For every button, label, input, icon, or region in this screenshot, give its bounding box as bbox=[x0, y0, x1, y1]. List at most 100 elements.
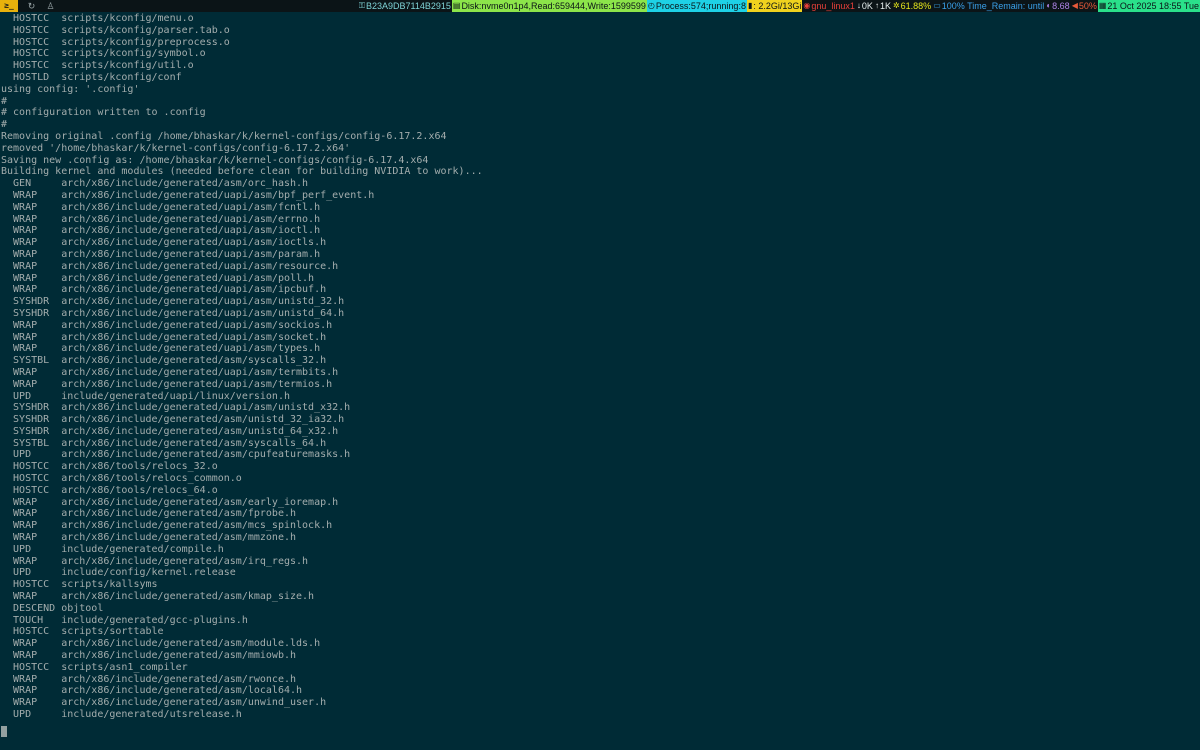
terminal-line: WRAP arch/x86/include/generated/asm/irq_… bbox=[1, 555, 309, 567]
gauge-icon: ◐ bbox=[1046, 1, 1052, 10]
status-cpu: ✲ 61.88% bbox=[891, 0, 933, 12]
status-cpu-text: 61.88% bbox=[900, 1, 932, 11]
volume-icon: ◀ bbox=[1071, 1, 1078, 10]
terminal-line: WRAP arch/x86/include/generated/uapi/asm… bbox=[1, 366, 339, 378]
status-disk: ▤ Disk:nvme0n1p4,Read:659444,Write:159959… bbox=[451, 0, 647, 12]
terminal-line: HOSTCC scripts/asn1_compiler bbox=[1, 661, 188, 673]
terminal-line: Saving new .config as: /home/bhaskar/k/k… bbox=[1, 154, 429, 166]
status-network-text: gnu_linux1 bbox=[811, 1, 855, 11]
terminal-line: SYSHDR arch/x86/include/generated/asm/un… bbox=[1, 414, 345, 426]
terminal-line: WRAP arch/x86/include/generated/asm/loca… bbox=[1, 685, 303, 697]
terminal-line: HOSTCC scripts/kconfig/preprocess.o bbox=[1, 36, 230, 48]
terminal-output[interactable]: HOSTCC scripts/kconfig/menu.o HOSTCC scr… bbox=[1, 13, 1196, 721]
terminal-line: WRAP arch/x86/include/generated/uapi/asm… bbox=[1, 260, 339, 272]
status-clock-text: 21 Oct 2025 18:55 Tue bbox=[1107, 1, 1199, 11]
terminal-line: # configuration written to .config bbox=[1, 107, 206, 119]
status-hostid-text: B23A9DB7114B2915 bbox=[365, 1, 451, 11]
terminal-line: WRAP arch/x86/include/generated/asm/fpro… bbox=[1, 508, 297, 520]
terminal-line: UPD include/generated/utsrelease.h bbox=[1, 709, 242, 721]
status-memory: ▮: 2.2Gi/13Gi bbox=[746, 0, 803, 12]
terminal-line: HOSTCC arch/x86/tools/relocs_64.o bbox=[1, 484, 218, 496]
terminal-line: DESCEND objtool bbox=[1, 602, 104, 614]
terminal-line: HOSTCC scripts/kconfig/parser.tab.o bbox=[1, 24, 230, 36]
terminal-line: Building kernel and modules (needed befo… bbox=[1, 166, 483, 178]
terminal-line: WRAP arch/x86/include/generated/asm/mmzo… bbox=[1, 532, 297, 544]
disk-icon: ▤ bbox=[452, 1, 461, 10]
top-status-bar: ≥_ ↻ ♙ ⚿ B23A9DB7114B2915 ▤ Disk:nvme0n1p4,… bbox=[0, 0, 1200, 12]
terminal-line: SYSHDR arch/x86/include/generated/uapi/a… bbox=[1, 307, 345, 319]
terminal-line: SYSTBL arch/x86/include/generated/asm/sy… bbox=[1, 355, 327, 367]
status-load-text: 8.68 bbox=[1052, 1, 1070, 11]
status-memory-text: : 2.2Gi/13Gi bbox=[753, 1, 802, 11]
terminal-cursor bbox=[1, 726, 7, 737]
terminal-line: SYSHDR arch/x86/include/generated/uapi/a… bbox=[1, 402, 351, 414]
refresh-icon[interactable]: ↻ bbox=[26, 0, 37, 12]
terminal-line: UPD include/generated/compile.h bbox=[1, 543, 224, 555]
status-battery-text: 100% Time_Remain: until bbox=[941, 1, 1045, 11]
battery-icon: ▭ bbox=[933, 1, 941, 10]
terminal-line: WRAP arch/x86/include/generated/uapi/asm… bbox=[1, 319, 333, 331]
status-process: ◴ Process:574;running:8 bbox=[646, 0, 747, 12]
terminal-line: WRAP arch/x86/include/generated/uapi/asm… bbox=[1, 331, 327, 343]
status-segments: ⚿ B23A9DB7114B2915 ▤ Disk:nvme0n1p4,Read:65… bbox=[357, 0, 1200, 12]
terminal-line: WRAP arch/x86/include/generated/uapi/asm… bbox=[1, 213, 321, 225]
tux-icon[interactable]: ♙ bbox=[45, 0, 56, 12]
status-load: ◐ 8.68 bbox=[1045, 0, 1071, 12]
terminal-line: WRAP arch/x86/include/generated/asm/kmap… bbox=[1, 591, 315, 603]
terminal-line: HOSTCC arch/x86/tools/relocs_common.o bbox=[1, 473, 242, 485]
terminal-line: WRAP arch/x86/include/generated/uapi/asm… bbox=[1, 284, 327, 296]
terminal-line: SYSHDR arch/x86/include/generated/asm/un… bbox=[1, 425, 339, 437]
terminal-line: TOUCH include/generated/gcc-plugins.h bbox=[1, 614, 248, 626]
terminal-line: WRAP arch/x86/include/generated/asm/rwon… bbox=[1, 673, 297, 685]
terminal-line: WRAP arch/x86/include/generated/asm/mmio… bbox=[1, 650, 297, 662]
terminal-line: using config: '.config' bbox=[1, 83, 140, 95]
arrow-up-icon: ↑ bbox=[874, 1, 879, 10]
terminal-line: # bbox=[1, 95, 8, 107]
status-hostid: ⚿ B23A9DB7114B2915 bbox=[357, 0, 452, 12]
status-volume-text: 50% bbox=[1078, 1, 1097, 11]
terminal-line: UPD include/config/kernel.release bbox=[1, 567, 236, 579]
terminal-line: HOSTCC scripts/sorttable bbox=[1, 626, 164, 638]
status-upload-text: 1K bbox=[879, 1, 891, 11]
terminal-line: WRAP arch/x86/include/generated/uapi/asm… bbox=[1, 189, 375, 201]
terminal-line: UPD include/generated/uapi/linux/version… bbox=[1, 390, 290, 402]
launcher-area: ≥_ ↻ ♙ bbox=[0, 0, 64, 12]
status-network: ◉ gnu_linux1 bbox=[802, 0, 856, 12]
terminal-line: SYSTBL arch/x86/include/generated/asm/sy… bbox=[1, 437, 327, 449]
terminal-line: HOSTCC scripts/kconfig/symbol.o bbox=[1, 48, 206, 60]
terminal-launcher-button[interactable]: ≥_ bbox=[0, 0, 18, 12]
terminal-line: WRAP arch/x86/include/generated/asm/modu… bbox=[1, 638, 321, 650]
terminal-line: WRAP arch/x86/include/generated/uapi/asm… bbox=[1, 201, 321, 213]
terminal-line: WRAP arch/x86/include/generated/uapi/asm… bbox=[1, 343, 321, 355]
terminal-line: WRAP arch/x86/include/generated/uapi/asm… bbox=[1, 248, 321, 260]
terminal-line: WRAP arch/x86/include/generated/uapi/asm… bbox=[1, 378, 333, 390]
memory-icon: ▮ bbox=[747, 1, 753, 10]
terminal-line: GEN arch/x86/include/generated/asm/orc_h… bbox=[1, 178, 309, 190]
calendar-icon: ▦ bbox=[1098, 1, 1107, 10]
cpu-icon: ✲ bbox=[892, 1, 900, 10]
terminal-line: WRAP arch/x86/include/generated/asm/mcs_… bbox=[1, 520, 333, 532]
terminal-line: HOSTLD scripts/kconfig/conf bbox=[1, 71, 182, 83]
status-upload: ↑ 1K bbox=[873, 0, 892, 12]
status-download-text: 0K bbox=[861, 1, 873, 11]
status-process-text: Process:574;running:8 bbox=[655, 1, 746, 11]
terminal-line: WRAP arch/x86/include/generated/asm/unwi… bbox=[1, 697, 327, 709]
terminal-line: WRAP arch/x86/include/generated/asm/earl… bbox=[1, 496, 339, 508]
terminal-line: HOSTCC scripts/kconfig/util.o bbox=[1, 60, 194, 72]
terminal-line: HOSTCC scripts/kallsyms bbox=[1, 579, 158, 591]
process-icon: ◴ bbox=[647, 1, 655, 10]
terminal-line: removed '/home/bhaskar/k/kernel-configs/… bbox=[1, 142, 351, 154]
status-disk-text: Disk:nvme0n1p4,Read:659444,Write:1599599 bbox=[461, 1, 646, 11]
terminal-line: SYSHDR arch/x86/include/generated/uapi/a… bbox=[1, 296, 345, 308]
terminal-line: UPD arch/x86/include/generated/asm/cpufe… bbox=[1, 449, 351, 461]
wifi-icon: ◉ bbox=[803, 1, 811, 10]
status-download: ↓ 0K bbox=[855, 0, 874, 12]
terminal-line: HOSTCC scripts/kconfig/menu.o bbox=[1, 13, 194, 24]
status-battery: ▭ 100% Time_Remain: until bbox=[932, 0, 1046, 12]
terminal-line: # bbox=[1, 119, 8, 131]
status-volume: ◀ 50% bbox=[1070, 0, 1098, 12]
arrow-down-icon: ↓ bbox=[856, 1, 861, 10]
fingerprint-icon: ⚿ bbox=[358, 1, 365, 10]
terminal-line: HOSTCC arch/x86/tools/relocs_32.o bbox=[1, 461, 218, 473]
status-clock: ▦ 21 Oct 2025 18:55 Tue bbox=[1097, 0, 1200, 12]
